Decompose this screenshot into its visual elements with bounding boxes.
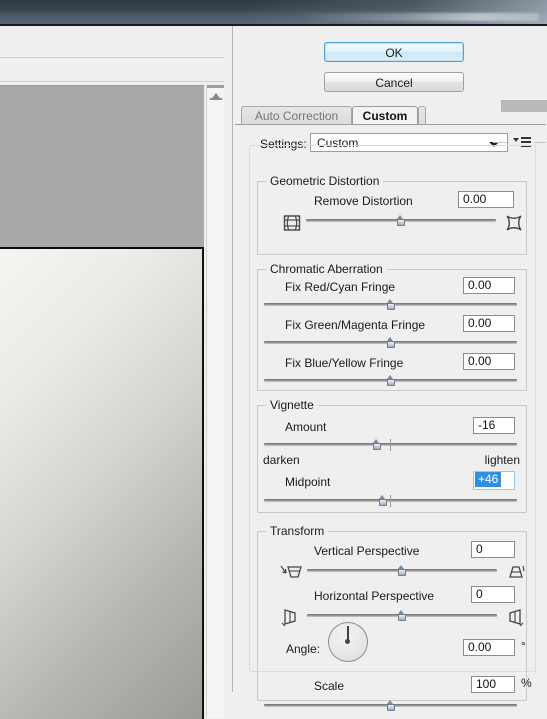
tab-custom[interactable]: Custom: [352, 106, 418, 125]
slider-thumb-body: [397, 568, 406, 576]
vertical-perspective-input[interactable]: 0: [471, 541, 515, 558]
slider-thumb[interactable]: [385, 337, 396, 349]
settings-rule-left: [493, 142, 509, 143]
tab-bar: Auto Correction Custom: [235, 106, 546, 126]
slider-thumb[interactable]: [371, 439, 382, 451]
slider-thumb[interactable]: [377, 495, 388, 507]
panel-menu-triangle-icon: [513, 138, 519, 142]
horizontal-perspective-left-icon: [281, 609, 296, 627]
left-gutter: [224, 52, 232, 718]
slider-thumb[interactable]: [385, 299, 396, 311]
slider-thumb-body: [378, 498, 387, 506]
preview-backdrop: [0, 86, 204, 247]
vignette-midpoint-label: Midpoint: [285, 475, 331, 489]
fix-red-cyan-label: Fix Red/Cyan Fringe: [285, 280, 396, 294]
lens-correction-screen: OK Cancel Auto Correction Custom Setting…: [0, 0, 547, 719]
slider-thumb[interactable]: [385, 375, 396, 387]
scale-input[interactable]: 100: [471, 676, 515, 693]
slider-thumb-body: [396, 218, 405, 226]
fix-green-magenta-slider[interactable]: [264, 337, 517, 349]
group-chromatic-aberration: Chromatic Aberration Fix Red/Cyan Fringe…: [257, 262, 527, 391]
remove-distortion-label: Remove Distortion: [314, 194, 413, 208]
slider-center-tick: [390, 439, 391, 451]
angle-label: Angle:: [286, 642, 321, 656]
group-geometric-distortion: Geometric Distortion Remove Distortion 0…: [257, 174, 527, 255]
dialog-top-fill: [233, 26, 547, 30]
remove-distortion-input[interactable]: 0.00: [458, 191, 514, 208]
vignette-midpoint-slider[interactable]: [264, 495, 517, 507]
scroll-up-arrow-base: [210, 98, 222, 100]
angle-dial[interactable]: [328, 622, 368, 662]
title-bar-highlight: [299, 13, 539, 21]
horizontal-perspective-label: Horizontal Perspective: [314, 589, 435, 603]
app-title-bar: [0, 0, 547, 24]
fix-blue-yellow-label: Fix Blue/Yellow Fringe: [285, 356, 404, 370]
vignette-midpoint-value: +46: [475, 472, 502, 487]
vignette-hint-darken: darken: [263, 453, 300, 467]
group-vignette: Vignette Amount -16 darken lighten Midpo…: [257, 398, 527, 513]
settings-rule-right: [534, 142, 546, 143]
group-title-chromatic-aberration: Chromatic Aberration: [266, 262, 387, 276]
scale-unit: %: [521, 676, 532, 690]
vignette-midpoint-input[interactable]: +46: [473, 471, 515, 490]
slider-thumb[interactable]: [385, 700, 396, 712]
panel-menu-line: [521, 137, 531, 139]
slider-thumb[interactable]: [396, 610, 407, 622]
slider-thumb-body: [386, 378, 395, 386]
group-title-geometric-distortion: Geometric Distortion: [266, 174, 384, 188]
vignette-hint-lighten: lighten: [484, 453, 520, 467]
horizontal-perspective-right-icon: [509, 609, 524, 627]
options-bar[interactable]: [0, 57, 226, 82]
fix-red-cyan-input[interactable]: 0.00: [463, 277, 515, 294]
panel-menu-line: [521, 141, 531, 143]
group-transform: Transform Vertical Perspective 0 Horizon…: [257, 524, 532, 711]
slider-thumb-body: [397, 613, 406, 621]
slider-thumb[interactable]: [396, 565, 407, 577]
fix-green-magenta-label: Fix Green/Magenta Fringe: [285, 318, 426, 332]
fix-blue-yellow-slider[interactable]: [264, 375, 517, 387]
horizontal-perspective-input[interactable]: 0: [471, 586, 515, 603]
slider-thumb-body: [386, 703, 395, 711]
vertical-perspective-label: Vertical Perspective: [314, 544, 420, 558]
custom-tab-panel: Settings: Custom Geometric Distortion Re…: [235, 125, 546, 711]
image-preview-area[interactable]: [0, 85, 204, 719]
slider-thumb-body: [386, 340, 395, 348]
preview-image[interactable]: [0, 249, 204, 719]
slider-thumb-body: [386, 302, 395, 310]
group-title-vignette: Vignette: [266, 398, 318, 412]
vertical-perspective-top-icon: [280, 565, 302, 578]
vertical-perspective-slider[interactable]: [307, 565, 497, 577]
vignette-amount-input[interactable]: -16: [473, 417, 515, 434]
left-app-area: [0, 26, 232, 719]
barrel-distortion-icon: [283, 215, 301, 231]
scale-slider[interactable]: [264, 700, 517, 712]
tab-bar-filler: [418, 106, 426, 126]
angle-input[interactable]: 0.00: [463, 639, 515, 656]
group-title-transform: Transform: [266, 524, 329, 538]
vignette-amount-label: Amount: [285, 420, 327, 434]
scrollbar-cap: [207, 85, 225, 88]
preview-vertical-scrollbar[interactable]: [206, 85, 226, 718]
slider-thumb-body: [372, 442, 381, 450]
tab-auto-correction[interactable]: Auto Correction: [241, 106, 352, 125]
fix-green-magenta-input[interactable]: 0.00: [463, 315, 515, 332]
angle-dial-hub: [345, 639, 350, 644]
angle-unit: °: [521, 639, 526, 653]
pincushion-distortion-icon: [506, 215, 522, 231]
remove-distortion-slider[interactable]: [306, 215, 496, 227]
fix-blue-yellow-input[interactable]: 0.00: [463, 353, 515, 370]
cancel-button[interactable]: Cancel: [324, 72, 464, 92]
vertical-perspective-bottom-icon: [509, 565, 525, 578]
slider-center-tick: [390, 495, 391, 507]
scale-label: Scale: [314, 679, 345, 693]
ok-button[interactable]: OK: [324, 42, 464, 62]
horizontal-perspective-slider[interactable]: [307, 610, 497, 622]
fix-red-cyan-slider[interactable]: [264, 299, 517, 311]
slider-thumb[interactable]: [395, 215, 406, 227]
lens-correction-dialog: OK Cancel Auto Correction Custom Setting…: [232, 26, 547, 711]
vignette-amount-slider[interactable]: [264, 439, 517, 451]
